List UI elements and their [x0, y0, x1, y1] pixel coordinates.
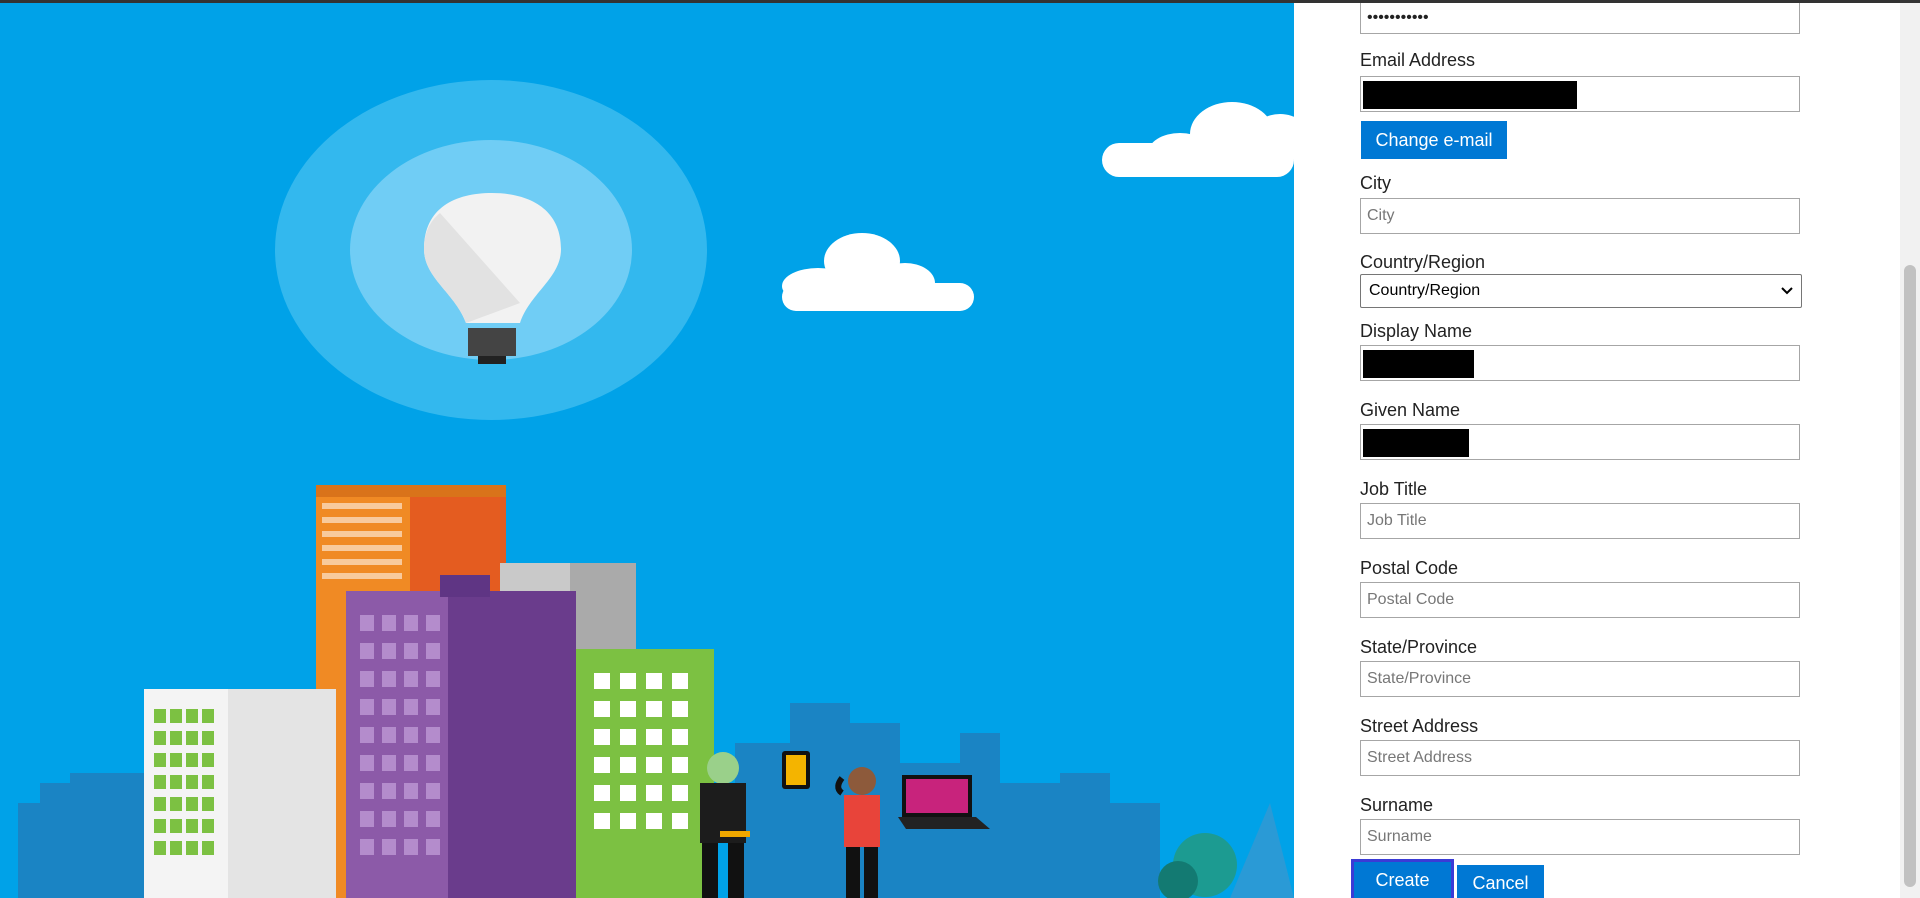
email-field[interactable] [1360, 76, 1800, 112]
country-label: Country/Region [1360, 252, 1486, 272]
city-label: City [1360, 173, 1391, 193]
city-lightbulb-illustration [18, 80, 1294, 898]
redacted-given-name-value [1363, 429, 1469, 457]
redacted-email-value [1363, 81, 1577, 109]
surname-placeholder: Surname [1367, 828, 1432, 845]
country-select[interactable]: Country/Region [1360, 274, 1802, 308]
given-name-label: Given Name [1360, 400, 1461, 420]
display-name-label: Display Name [1360, 321, 1473, 341]
change-email-button[interactable]: Change e-mail [1361, 121, 1507, 159]
postal-code-label: Postal Code [1360, 558, 1459, 578]
street-address-input[interactable]: Street Address [1360, 740, 1800, 776]
postal-code-input[interactable]: Postal Code [1360, 582, 1800, 618]
email-label: Email Address [1360, 50, 1476, 70]
profile-form-panel: ••••••••••• Email Address Change e-mail … [1294, 3, 1900, 898]
scrollbar-thumb[interactable] [1904, 265, 1916, 887]
surname-input[interactable]: Surname [1360, 819, 1800, 855]
password-value: ••••••••••• [1367, 9, 1429, 26]
job-title-input[interactable]: Job Title [1360, 503, 1800, 539]
postal-code-placeholder: Postal Code [1367, 591, 1455, 608]
state-label: State/Province [1360, 637, 1478, 657]
surname-label: Surname [1360, 795, 1434, 815]
job-title-label: Job Title [1360, 479, 1428, 499]
street-address-placeholder: Street Address [1367, 749, 1472, 766]
job-title-placeholder: Job Title [1367, 512, 1427, 529]
state-placeholder: State/Province [1367, 670, 1472, 687]
country-selected-value: Country/Region [1369, 282, 1481, 299]
street-address-label: Street Address [1360, 716, 1479, 736]
state-input[interactable]: State/Province [1360, 661, 1800, 697]
create-button[interactable]: Create [1351, 859, 1454, 898]
redacted-display-name-value [1363, 350, 1474, 378]
city-input[interactable]: City [1360, 198, 1800, 234]
chevron-down-icon [1781, 282, 1793, 300]
vertical-scrollbar[interactable] [1900, 3, 1920, 898]
city-placeholder: City [1367, 207, 1395, 224]
display-name-input[interactable] [1360, 345, 1800, 381]
cancel-button[interactable]: Cancel [1457, 865, 1544, 898]
given-name-input[interactable] [1360, 424, 1800, 460]
hero-illustration [0, 3, 1294, 898]
password-field[interactable]: ••••••••••• [1360, 3, 1800, 34]
